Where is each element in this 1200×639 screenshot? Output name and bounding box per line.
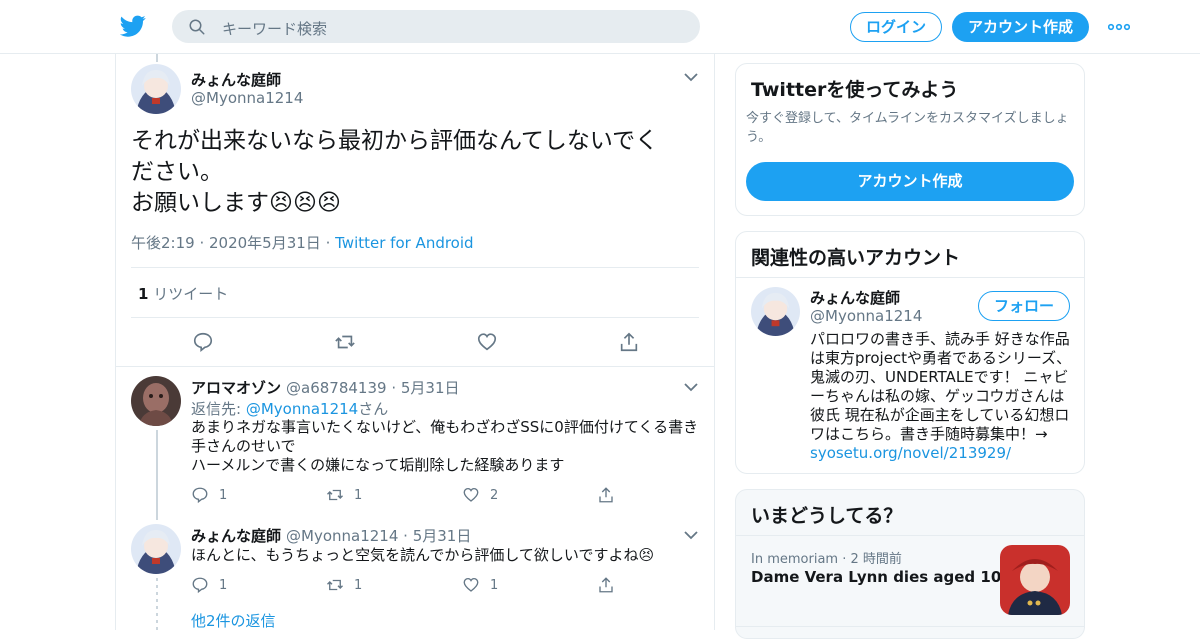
share-action[interactable] bbox=[597, 486, 625, 504]
tweet-text: それが出来ないなら最初から評価なんてしないでく ださい。 お願いします😣😣😣 bbox=[131, 128, 659, 216]
divider bbox=[736, 626, 1084, 627]
tweet-date[interactable]: 2020年5月31日 bbox=[209, 234, 321, 252]
share-icon bbox=[599, 577, 613, 593]
retweet-icon[interactable] bbox=[334, 331, 356, 353]
divider bbox=[736, 277, 1084, 278]
login-button[interactable]: ログイン bbox=[850, 12, 942, 42]
related-account-bio: パロロワの書き手、読み手 好きな作品は東方projectや勇者であるシリーズ、鬼… bbox=[810, 330, 1072, 463]
author-handle-text: @a68784139 bbox=[286, 379, 387, 397]
author-handle[interactable]: @Myonna1214 bbox=[191, 89, 303, 107]
related-accounts-title: 関連性の高いアカウント bbox=[751, 247, 961, 269]
retweet-count: 1 bbox=[354, 577, 363, 593]
search-icon bbox=[189, 19, 205, 35]
tweet-time[interactable]: 午後2:19 bbox=[131, 234, 195, 252]
trends-card: いまどうしてる？ In memoriam · 2 時間前 Dame Vera L… bbox=[735, 489, 1085, 639]
author-name[interactable]: アロマオゾン bbox=[191, 377, 281, 398]
reply-count: 1 bbox=[219, 487, 228, 503]
reply-action[interactable]: 1 bbox=[191, 576, 227, 594]
like-action[interactable]: 1 bbox=[462, 576, 498, 594]
reply-text: あまりネガな事言いたくないけど、俺もわざわざSSに0評価付けてくる書き 手さんの… bbox=[191, 418, 699, 474]
reply-to-suffix: さん bbox=[358, 400, 389, 418]
like-count: 2 bbox=[490, 487, 499, 503]
trend-headline[interactable]: Dame Vera Lynn dies aged 103 bbox=[751, 568, 1012, 586]
related-account-handle[interactable]: @Myonna1214 bbox=[810, 307, 922, 325]
chevron-down-icon[interactable] bbox=[684, 530, 698, 540]
like-icon[interactable] bbox=[476, 331, 498, 353]
reply-action[interactable]: 1 bbox=[191, 486, 227, 504]
like-action[interactable]: 2 bbox=[462, 486, 498, 504]
avatar[interactable] bbox=[131, 64, 181, 114]
search-bar[interactable]: キーワード検索 bbox=[172, 10, 700, 43]
reply-icon[interactable] bbox=[192, 331, 214, 353]
trend-context: In memoriam · 2 時間前 bbox=[751, 552, 902, 567]
more-replies-link[interactable]: 他2件の返信 bbox=[191, 610, 276, 630]
reply-date[interactable]: 5月31日 bbox=[401, 379, 460, 397]
signup-card-desc: 今すぐ登録して、タイムラインをカスタマイズしましょう。 bbox=[746, 111, 1069, 145]
avatar[interactable] bbox=[131, 524, 181, 574]
signup-card: Twitterを使ってみよう 今すぐ登録して、タイムラインをカスタマイズしましょ… bbox=[735, 63, 1085, 216]
avatar[interactable] bbox=[131, 376, 181, 426]
reply-date[interactable]: 5月31日 bbox=[413, 527, 472, 545]
author-name[interactable]: みょんな庭師 bbox=[191, 525, 281, 546]
chevron-down-icon[interactable] bbox=[684, 382, 698, 392]
like-icon bbox=[463, 577, 479, 592]
like-count: 1 bbox=[490, 577, 499, 593]
reply-to-label: 返信先: bbox=[191, 400, 246, 418]
divider bbox=[131, 317, 699, 318]
trend-thumbnail[interactable] bbox=[1000, 545, 1070, 615]
related-account-name[interactable]: みょんな庭師 bbox=[810, 287, 900, 308]
thread-line bbox=[156, 54, 158, 62]
top-bar: キーワード検索 ログイン アカウント作成 bbox=[0, 0, 1200, 54]
search-input[interactable]: キーワード検索 bbox=[222, 18, 327, 39]
retweet-count-number: 1 bbox=[138, 285, 149, 303]
trends-title: いまどうしてる？ bbox=[751, 505, 903, 527]
retweet-action[interactable]: 1 bbox=[326, 576, 362, 594]
signup-card-title: Twitterを使ってみよう bbox=[751, 79, 959, 101]
retweet-count-label: リツイート bbox=[153, 285, 229, 303]
author-name[interactable]: みょんな庭師 bbox=[191, 69, 281, 90]
share-action[interactable] bbox=[597, 576, 625, 594]
like-icon bbox=[463, 487, 479, 502]
follow-button[interactable]: フォロー bbox=[978, 291, 1070, 321]
reply-icon bbox=[192, 487, 208, 504]
retweet-count: 1 bbox=[354, 487, 363, 503]
more-options-icon[interactable] bbox=[1108, 19, 1130, 35]
retweet-action[interactable]: 1 bbox=[326, 486, 362, 504]
twitter-logo-icon[interactable] bbox=[120, 13, 146, 39]
thread-line bbox=[156, 430, 158, 520]
retweet-count[interactable]: 1 リツイート bbox=[138, 283, 228, 304]
author-handle[interactable]: @a68784139 · 5月31日 bbox=[286, 377, 460, 398]
author-handle-text: @Myonna1214 bbox=[286, 527, 399, 545]
reply-count: 1 bbox=[219, 577, 228, 593]
divider bbox=[736, 535, 1084, 536]
reply-icon bbox=[192, 577, 208, 594]
thread-line bbox=[156, 578, 158, 630]
tweet-meta: 午後2:19 · 2020年5月31日 · Twitter for Androi… bbox=[131, 234, 474, 252]
retweet-icon bbox=[327, 579, 343, 591]
signup-button[interactable]: アカウント作成 bbox=[952, 12, 1089, 42]
avatar[interactable] bbox=[751, 287, 800, 336]
author-handle[interactable]: @Myonna1214 · 5月31日 bbox=[286, 525, 471, 546]
share-icon[interactable] bbox=[618, 331, 640, 353]
related-account-bio-text: パロロワの書き手、読み手 好きな作品は東方projectや勇者であるシリーズ、鬼… bbox=[810, 330, 1072, 443]
related-accounts-card: 関連性の高いアカウント みょんな庭師 @Myonna1214 フォロー パロロワ… bbox=[735, 231, 1085, 474]
bio-link[interactable]: syosetu.org/novel/213929/ bbox=[810, 444, 1011, 462]
divider bbox=[116, 366, 714, 367]
share-icon bbox=[599, 487, 613, 503]
reply-to-handle-link[interactable]: @Myonna1214 bbox=[246, 400, 358, 418]
retweet-icon bbox=[327, 489, 343, 501]
signup-card-button[interactable]: アカウント作成 bbox=[746, 162, 1074, 201]
main-timeline: みょんな庭師 @Myonna1214 それが出来ないなら最初から評価なんてしない… bbox=[115, 54, 715, 630]
tweet-source-link[interactable]: Twitter for Android bbox=[335, 234, 473, 252]
reply-text: ほんとに、もうちょっと空気を読んでから評価して欲しいですよね😣 bbox=[191, 546, 655, 564]
chevron-down-icon[interactable] bbox=[684, 72, 698, 82]
divider bbox=[131, 267, 699, 268]
reply-to: 返信先: @Myonna1214さん bbox=[191, 398, 388, 419]
